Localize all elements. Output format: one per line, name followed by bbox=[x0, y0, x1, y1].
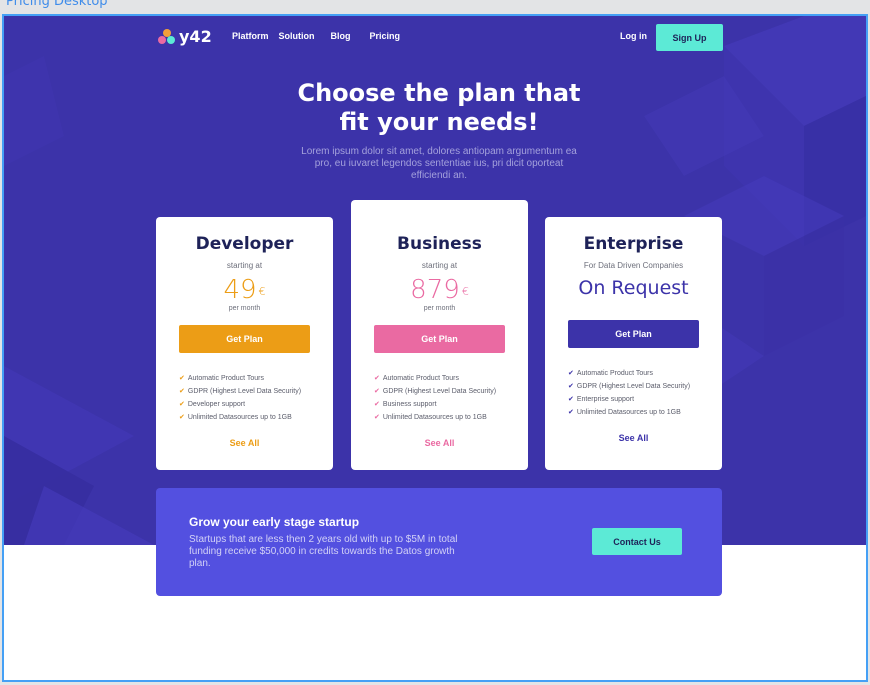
feature-item: ✔ GDPR (Highest Level Data Security) bbox=[568, 380, 722, 393]
feature-item: ✔ GDPR (Highest Level Data Security) bbox=[374, 385, 528, 398]
feature-text: Developer support bbox=[187, 401, 246, 408]
feature-list: ✔ Automatic Product Tours ✔ GDPR (Highest … bbox=[374, 372, 528, 424]
plan-name: Business bbox=[397, 234, 482, 254]
frame-label: Pricing Desktop bbox=[6, 0, 108, 9]
feature-item: ✔ Business support bbox=[374, 398, 528, 411]
get-plan-button[interactable]: Get Plan bbox=[374, 325, 505, 353]
check-icon: ✔ bbox=[179, 375, 185, 382]
feature-text: Enterprise support bbox=[576, 396, 635, 403]
get-plan-button[interactable]: Get Plan bbox=[568, 320, 699, 348]
plan-card-enterprise: Enterprise For Data Driven Companies On … bbox=[545, 217, 722, 470]
feature-item: ✔ Automatic Product Tours bbox=[568, 367, 722, 380]
feature-text: Unlimited Datasources up to 1GB bbox=[382, 414, 487, 421]
plan-name: Developer bbox=[195, 234, 294, 254]
check-icon: ✔ bbox=[568, 370, 574, 377]
check-icon: ✔ bbox=[374, 375, 380, 382]
feature-item: ✔ Automatic Product Tours bbox=[179, 372, 333, 385]
signup-button[interactable]: Sign Up bbox=[656, 24, 723, 51]
startup-banner: Grow your early stage startup Startups t… bbox=[156, 488, 722, 596]
plan-subtitle: starting at bbox=[421, 261, 458, 270]
nav-links: Platform Solution Blog Pricing bbox=[232, 31, 400, 41]
price-amount: 879 bbox=[410, 275, 460, 305]
plan-price: 879 € bbox=[351, 276, 528, 304]
feature-text: Unlimited Datasources up to 1GB bbox=[576, 409, 681, 416]
plan-price-on-request: On Request bbox=[578, 277, 689, 299]
nav-link-solution[interactable]: Solution bbox=[279, 31, 315, 41]
nav-link-blog[interactable]: Blog bbox=[331, 31, 351, 41]
get-plan-button[interactable]: Get Plan bbox=[179, 325, 310, 353]
feature-list: ✔ Automatic Product Tours ✔ GDPR (Highest … bbox=[568, 367, 722, 419]
check-icon: ✔ bbox=[568, 383, 574, 390]
feature-item: ✔ Unlimited Datasources up to 1GB bbox=[568, 406, 722, 419]
plan-card-developer: Developer starting at 49 € per month Get … bbox=[156, 217, 333, 470]
plan-price: 49 € bbox=[156, 276, 333, 304]
pricing-page-frame: y42 Platform Solution Blog Pricing Log i… bbox=[2, 14, 868, 682]
feature-item: ✔ GDPR (Highest Level Data Security) bbox=[179, 385, 333, 398]
feature-item: ✔ Unlimited Datasources up to 1GB bbox=[179, 411, 333, 424]
hero-subtext: Lorem ipsum dolor sit amet, dolores anti… bbox=[301, 146, 577, 181]
feature-item: ✔ Unlimited Datasources up to 1GB bbox=[374, 411, 528, 424]
check-icon: ✔ bbox=[374, 414, 380, 421]
login-link[interactable]: Log in bbox=[620, 31, 647, 41]
feature-item: ✔ Automatic Product Tours bbox=[374, 372, 528, 385]
check-icon: ✔ bbox=[374, 388, 380, 395]
check-icon: ✔ bbox=[568, 409, 574, 416]
feature-text: GDPR (Highest Level Data Security) bbox=[382, 388, 497, 395]
feature-text: Unlimited Datasources up to 1GB bbox=[187, 414, 292, 421]
price-period: per month bbox=[423, 305, 456, 312]
plan-subtitle: starting at bbox=[226, 261, 263, 270]
see-all-link[interactable]: See All bbox=[619, 433, 649, 443]
price-currency: € bbox=[258, 285, 266, 298]
check-icon: ✔ bbox=[374, 401, 380, 408]
feature-text: GDPR (Highest Level Data Security) bbox=[576, 383, 691, 390]
page-title: Choose the plan that fit your needs! bbox=[264, 79, 614, 137]
feature-text: Business support bbox=[382, 401, 437, 408]
feature-text: GDPR (Highest Level Data Security) bbox=[187, 388, 302, 395]
check-icon: ✔ bbox=[568, 396, 574, 403]
title-line-2: fit your needs! bbox=[339, 108, 539, 136]
brand-name: y42 bbox=[179, 27, 212, 46]
feature-item: ✔ Enterprise support bbox=[568, 393, 722, 406]
check-icon: ✔ bbox=[179, 401, 185, 408]
check-icon: ✔ bbox=[179, 388, 185, 395]
feature-text: Automatic Product Tours bbox=[576, 370, 654, 377]
nav-link-platform[interactable]: Platform bbox=[232, 31, 269, 41]
nav-link-pricing[interactable]: Pricing bbox=[370, 31, 401, 41]
feature-text: Automatic Product Tours bbox=[382, 375, 460, 382]
check-icon: ✔ bbox=[179, 414, 185, 421]
plan-card-business: Business starting at 879 € per month Get … bbox=[351, 200, 528, 470]
price-period: per month bbox=[228, 305, 261, 312]
startup-title: Grow your early stage startup bbox=[189, 515, 360, 529]
feature-item: ✔ Developer support bbox=[179, 398, 333, 411]
plan-subtitle: For Data Driven Companies bbox=[583, 261, 684, 270]
see-all-link[interactable]: See All bbox=[230, 438, 260, 448]
top-navigation: y42 Platform Solution Blog Pricing Log i… bbox=[4, 16, 866, 60]
plan-name: Enterprise bbox=[583, 234, 684, 254]
brand-logo[interactable]: y42 bbox=[157, 27, 212, 46]
feature-list: ✔ Automatic Product Tours ✔ GDPR (Highest … bbox=[179, 372, 333, 424]
feature-text: Automatic Product Tours bbox=[187, 375, 265, 382]
startup-text: Startups that are less then 2 years old … bbox=[189, 534, 458, 569]
logo-mark-icon bbox=[157, 28, 177, 46]
price-currency: € bbox=[461, 285, 469, 298]
contact-us-button[interactable]: Contact Us bbox=[592, 528, 682, 555]
price-amount: 49 bbox=[223, 275, 257, 305]
see-all-link[interactable]: See All bbox=[425, 438, 455, 448]
title-line-1: Choose the plan that bbox=[297, 79, 581, 107]
